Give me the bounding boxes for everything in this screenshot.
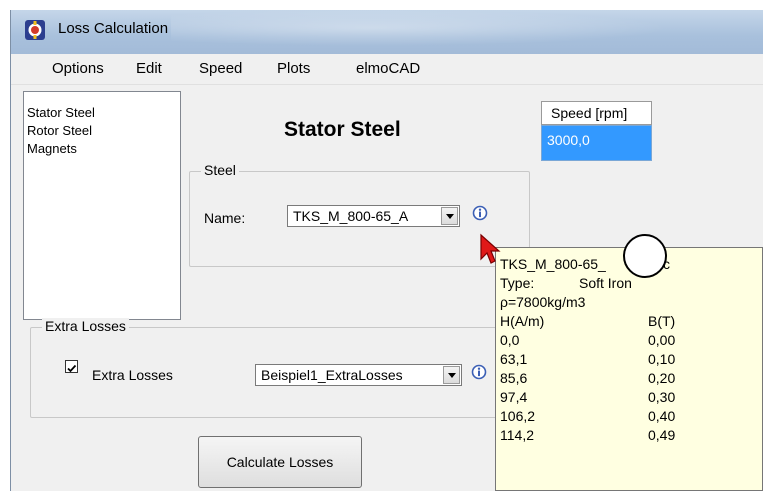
speed-label: Speed [rpm] [541,101,652,125]
info-icon[interactable] [472,205,488,221]
list-item-stator-steel[interactable]: Stator Steel [27,104,95,122]
tooltip-row-h: 0,0 [500,332,520,348]
extra-losses-dropdown-value: Beispiel1_ExtraLosses [261,367,403,383]
tooltip-row-h: 85,6 [500,370,528,386]
cursor-highlight-ring [623,234,667,278]
steel-name-value: TKS_M_800-65_A [293,208,409,224]
tooltip-column-b: B(T) [648,313,676,329]
tooltip-row-h: 63,1 [500,351,528,367]
app-icon [25,20,45,40]
tooltip-row-b: 0,10 [648,351,676,367]
menu-edit[interactable]: Edit [136,60,162,77]
tooltip-type-value: Soft Iron [579,275,632,291]
menu-plots[interactable]: Plots [277,60,310,77]
tooltip-material-name: TKS_M_800-65_ [500,256,606,272]
title-bar-glow [171,10,671,46]
chevron-down-icon[interactable] [443,366,460,384]
extra-losses-group-label: Extra Losses [42,318,129,334]
page-title: Stator Steel [284,118,401,141]
speed-input[interactable]: 3000,0 [541,125,652,161]
tooltip-row-h: 106,2 [500,408,536,424]
tooltip-row-b: 0,00 [648,332,676,348]
extra-losses-checkbox-label: Extra Losses [92,367,173,383]
tooltip-row-b: 0,40 [648,408,676,424]
menu-speed[interactable]: Speed [199,60,242,77]
tooltip-row-h: 114,2 [500,427,534,443]
checkmark-icon [67,364,77,373]
window-title: Loss Calculation [58,20,169,37]
menu-bar: Options Edit Speed Plots elmoCAD [11,54,763,85]
steel-name-dropdown[interactable]: TKS_M_800-65_A [287,205,460,227]
info-icon[interactable] [471,364,487,380]
steel-name-label: Name: [204,210,246,226]
calculate-losses-button[interactable]: Calculate Losses [198,436,362,488]
title-bar[interactable]: Loss Calculation [11,10,763,54]
tooltip-row-h: 97,4 [500,389,528,405]
list-item-rotor-steel[interactable]: Rotor Steel [27,122,92,140]
steel-group-label: Steel [201,162,239,178]
tooltip-row-b: 0,49 [648,427,676,443]
tooltip-row-b: 0,30 [648,389,676,405]
extra-losses-dropdown[interactable]: Beispiel1_ExtraLosses [255,364,462,386]
material-tooltip: TKS_M_800-65_ c Type: Soft Iron ρ=7800kg… [495,247,763,491]
menu-options[interactable]: Options [52,60,104,77]
list-item-magnets[interactable]: Magnets [27,140,77,158]
tooltip-type-label: Type: [500,275,535,291]
chevron-down-icon[interactable] [441,207,458,225]
arrow-cursor-icon [480,233,501,264]
tooltip-density: ρ=7800kg/m3 [500,294,586,310]
menu-elmocad[interactable]: elmoCAD [356,60,420,77]
extra-losses-checkbox[interactable] [65,360,78,373]
tooltip-column-h: H(A/m) [500,313,545,329]
material-list[interactable]: Stator Steel Rotor Steel Magnets [23,91,181,320]
tooltip-row-b: 0,20 [648,370,676,386]
